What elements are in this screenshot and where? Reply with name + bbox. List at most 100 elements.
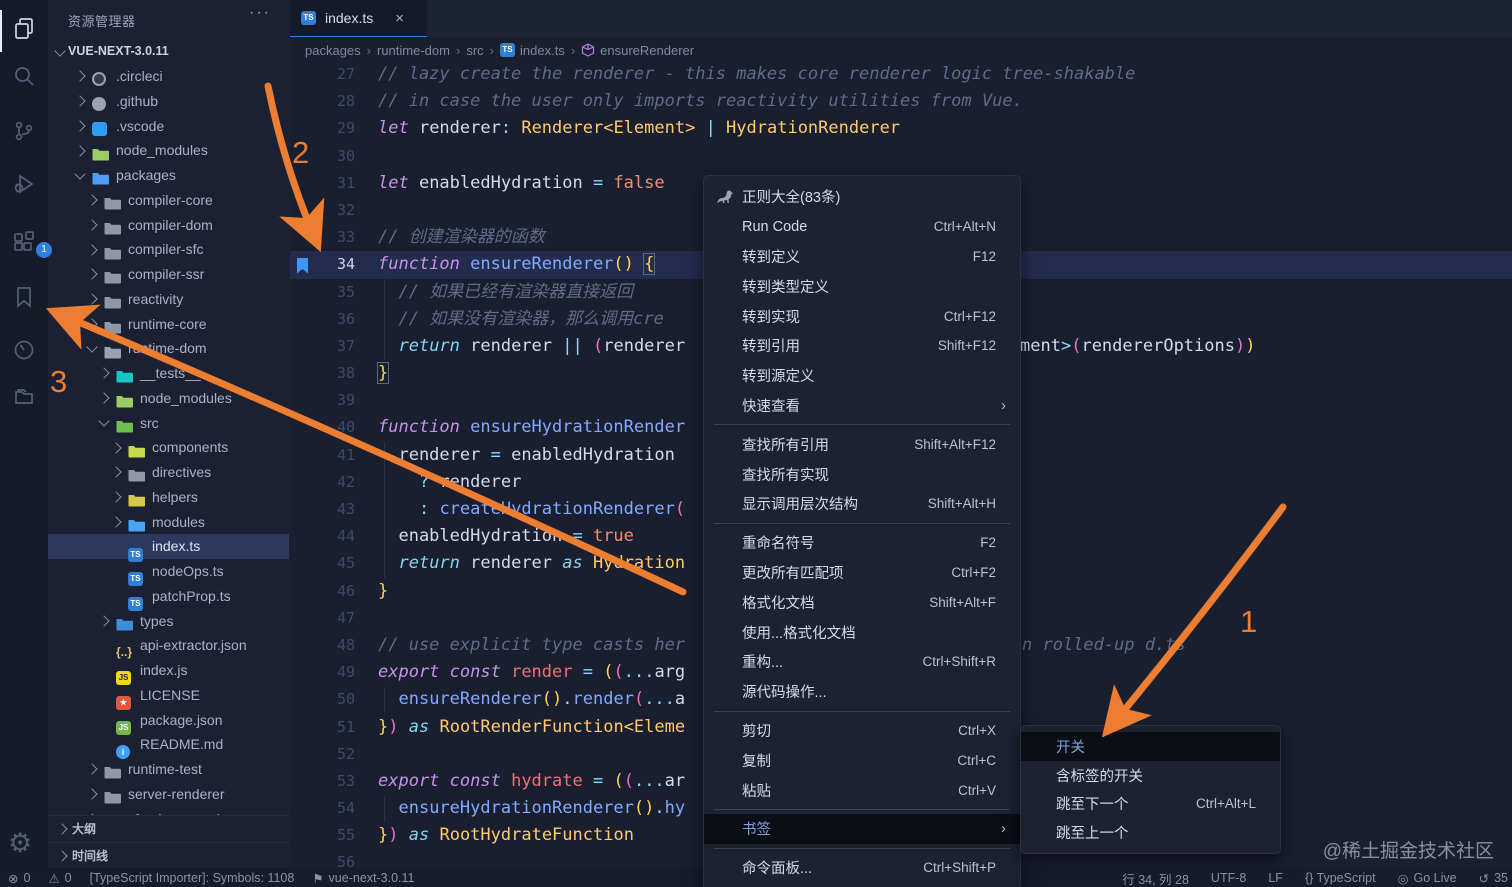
outline-section[interactable]: 大纲 bbox=[48, 815, 289, 843]
status-item[interactable]: {} TypeScript bbox=[1305, 869, 1376, 887]
status-item-broadcast-icon[interactable]: ◎ Go Live bbox=[1398, 869, 1457, 887]
tree-item-components[interactable]: components bbox=[48, 435, 289, 460]
settings-gear-icon[interactable]: ⚙ bbox=[8, 828, 32, 859]
status-item[interactable]: UTF-8 bbox=[1211, 869, 1246, 887]
submenu-item-3[interactable]: 跳至上一个 bbox=[1021, 818, 1280, 847]
breadcrumb-item-ensureRenderer[interactable]: ensureRenderer bbox=[581, 43, 694, 58]
project-root-row[interactable]: VUE-NEXT-3.0.11 bbox=[48, 40, 289, 63]
tree-item-compiler-ssr[interactable]: compiler-ssr bbox=[48, 262, 289, 287]
breadcrumb-item-runtime-dom[interactable]: runtime-dom bbox=[377, 43, 450, 58]
tree-item-.circleci[interactable]: .circleci bbox=[48, 64, 289, 89]
context-menu-item-21[interactable]: 复制 Ctrl+C bbox=[704, 745, 1020, 775]
close-icon[interactable]: × bbox=[395, 10, 404, 27]
tree-item-api-extractor.json[interactable]: {..} api-extractor.json bbox=[48, 633, 289, 658]
context-menu-item-10[interactable]: 查找所有实现 bbox=[704, 459, 1020, 489]
status-item[interactable]: LF bbox=[1268, 869, 1283, 887]
status-item[interactable]: 行 34, 列 28 bbox=[1122, 869, 1189, 887]
tree-item-node_modules[interactable]: node_modules bbox=[48, 138, 289, 163]
breadcrumb-item-index.ts[interactable]: TS index.ts bbox=[500, 43, 565, 58]
tree-item-runtime-test[interactable]: runtime-test bbox=[48, 757, 289, 782]
run-debug-icon[interactable] bbox=[12, 172, 36, 196]
context-menu-item-1[interactable]: Run Code Ctrl+Alt+N bbox=[704, 212, 1020, 242]
context-menu-item-9[interactable]: 查找所有引用 Shift+Alt+F12 bbox=[704, 429, 1020, 459]
source-control-icon[interactable] bbox=[12, 119, 36, 143]
tree-item-index.ts[interactable]: TS index.ts bbox=[48, 534, 289, 562]
breadcrumb-item-packages[interactable]: packages bbox=[305, 43, 361, 58]
context-menu-item-16[interactable]: 使用...格式化文档 bbox=[704, 617, 1020, 647]
line-number: 36 bbox=[336, 309, 355, 328]
status-item-warning-icon[interactable]: ⚠ 0 bbox=[48, 871, 71, 886]
tree-item-.github[interactable]: .github bbox=[48, 89, 289, 114]
context-menu-item-3[interactable]: 转到类型定义 bbox=[704, 271, 1020, 301]
menu-divider bbox=[714, 808, 1010, 810]
context-menu-item-14[interactable]: 更改所有匹配项 Ctrl+F2 bbox=[704, 558, 1020, 588]
submenu-item-2[interactable]: 跳至下一个 Ctrl+Alt+L bbox=[1021, 790, 1280, 819]
tree-item-compiler-dom[interactable]: compiler-dom bbox=[48, 213, 289, 238]
more-actions-icon[interactable]: ··· bbox=[249, 4, 271, 22]
menu-divider bbox=[714, 424, 1010, 426]
tab-index-ts[interactable]: TS index.ts × bbox=[289, 0, 427, 38]
context-menu-item-7[interactable]: 快速查看 › bbox=[704, 391, 1020, 421]
context-menu-item-4[interactable]: 转到实现 Ctrl+F12 bbox=[704, 301, 1020, 331]
tree-item-runtime-dom[interactable]: runtime-dom bbox=[48, 336, 289, 361]
status-item-clock-icon[interactable]: ↺ 35 bbox=[1479, 869, 1508, 887]
context-menu-item-17[interactable]: 重构... Ctrl+Shift+R bbox=[704, 647, 1020, 677]
submenu-item-0[interactable]: 开关 bbox=[1021, 732, 1280, 761]
status-item-flag-icon[interactable]: ⚑ vue-next-3.0.11 bbox=[312, 871, 414, 886]
tree-item-compiler-sfc[interactable]: compiler-sfc bbox=[48, 237, 289, 262]
tree-item-label: directives bbox=[152, 464, 212, 480]
tree-item-modules[interactable]: modules bbox=[48, 510, 289, 535]
submenu-item-1[interactable]: 含标签的开关 bbox=[1021, 761, 1280, 790]
code-line-28[interactable]: 28 // in case the user only imports react… bbox=[289, 88, 1512, 115]
tree-item-README.md[interactable]: i README.md bbox=[48, 732, 289, 759]
tree-item-packages[interactable]: packages bbox=[48, 163, 289, 188]
context-menu-item-22[interactable]: 粘贴 Ctrl+V bbox=[704, 775, 1020, 805]
context-menu-item-0[interactable]: 正则大全(83条) bbox=[704, 182, 1020, 212]
context-menu-item-24[interactable]: 书签 › bbox=[704, 813, 1020, 844]
code-line-27[interactable]: 27 // lazy create the renderer - this mak… bbox=[289, 61, 1512, 88]
menu-item-label: 转到类型定义 bbox=[742, 279, 829, 296]
folder-icon bbox=[128, 515, 145, 532]
context-menu-item-13[interactable]: 重命名符号 F2 bbox=[704, 528, 1020, 558]
context-menu-item-18[interactable]: 源代码操作... bbox=[704, 677, 1020, 707]
timeline-section[interactable]: 时间线 bbox=[48, 842, 289, 870]
tree-item-__tests__[interactable]: __tests__ bbox=[48, 361, 289, 386]
tree-item-.vscode[interactable]: .vscode bbox=[48, 114, 289, 139]
code-line-30[interactable]: 30 bbox=[289, 143, 1512, 170]
tree-item-LICENSE[interactable]: ★ LICENSE bbox=[48, 683, 289, 711]
tree-item-index.js[interactable]: JS index.js bbox=[48, 658, 289, 686]
tree-item-src[interactable]: src bbox=[48, 411, 289, 436]
folder-library-icon[interactable] bbox=[12, 384, 36, 408]
tree-item-node_modules[interactable]: node_modules bbox=[48, 386, 289, 411]
context-menu-item-26[interactable]: 命令面板... Ctrl+Shift+P bbox=[704, 853, 1020, 883]
files-icon[interactable] bbox=[12, 16, 36, 40]
code-line-29[interactable]: 29 let renderer: Renderer<Element> | Hydr… bbox=[289, 115, 1512, 142]
tree-item-runtime-core[interactable]: runtime-core bbox=[48, 312, 289, 337]
context-menu-item-20[interactable]: 剪切 Ctrl+X bbox=[704, 716, 1020, 746]
tree-item-helpers[interactable]: helpers bbox=[48, 485, 289, 510]
watermark: @稀土掘金技术社区 bbox=[1322, 841, 1494, 862]
context-menu-item-6[interactable]: 转到源定义 bbox=[704, 361, 1020, 391]
tree-item-directives[interactable]: directives bbox=[48, 460, 289, 485]
extensions-icon[interactable]: 1 bbox=[12, 230, 52, 258]
tree-item-patchProp.ts[interactable]: TS patchProp.ts bbox=[48, 584, 289, 612]
context-menu-item-15[interactable]: 格式化文档 Shift+Alt+F bbox=[704, 587, 1020, 617]
status-item-error-icon[interactable]: ⊗ 0 bbox=[8, 871, 30, 886]
tree-item-types[interactable]: types bbox=[48, 609, 289, 634]
activity-bar: 1 ⚙ bbox=[0, 0, 52, 887]
tree-item-nodeOps.ts[interactable]: TS nodeOps.ts bbox=[48, 559, 289, 587]
bookmarks-icon[interactable] bbox=[12, 285, 36, 309]
context-menu-item-2[interactable]: 转到定义 F12 bbox=[704, 242, 1020, 272]
tree-item-server-renderer[interactable]: server-renderer bbox=[48, 782, 289, 807]
tree-item-compiler-core[interactable]: compiler-core bbox=[48, 188, 289, 213]
status-item[interactable]: [TypeScript Importer]: Symbols: 1108 bbox=[90, 871, 295, 886]
context-menu-item-5[interactable]: 转到引用 Shift+F12 bbox=[704, 331, 1020, 361]
context-menu-item-11[interactable]: 显示调用层次结构 Shift+Alt+H bbox=[704, 489, 1020, 519]
tree-item-reactivity[interactable]: reactivity bbox=[48, 287, 289, 312]
breadcrumb-item-src[interactable]: src bbox=[466, 43, 483, 58]
tree-item-package.json[interactable]: JS package.json bbox=[48, 708, 289, 735]
bookmarks-submenu: 开关 含标签的开关 跳至下一个 Ctrl+Alt+L 跳至上一个 bbox=[1020, 725, 1281, 855]
folder-icon bbox=[116, 391, 133, 408]
history-icon[interactable] bbox=[12, 338, 36, 362]
search-icon[interactable] bbox=[12, 64, 36, 88]
